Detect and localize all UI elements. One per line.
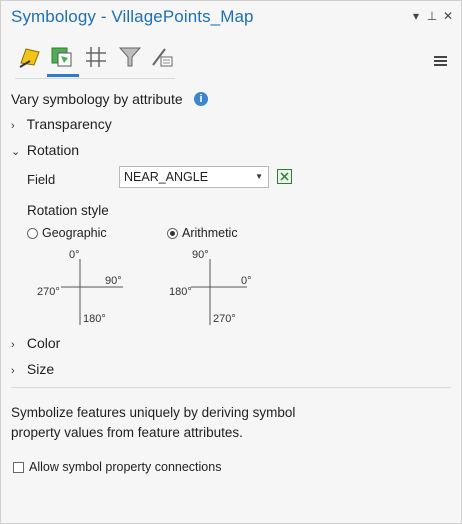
- tab-vary-symbology[interactable]: [47, 41, 79, 77]
- size-label: Size: [26, 361, 55, 377]
- rotation-label: Rotation: [26, 142, 80, 158]
- color-label: Color: [26, 335, 61, 351]
- geographic-radio-circle: [27, 228, 38, 239]
- chevron-right-icon: ›: [11, 120, 15, 132]
- expression-builder-button[interactable]: [277, 169, 292, 184]
- tab-symbol-classes-filter[interactable]: [115, 41, 145, 73]
- toolbar-divider: [15, 78, 175, 79]
- active-tab-indicator: [47, 74, 79, 77]
- chevron-right-icon: ›: [11, 365, 15, 377]
- arith-dial-right-label: 0°: [241, 275, 252, 287]
- primary-symbology-icon: [19, 48, 40, 68]
- pane-title: Symbology - VillagePoints_Map: [11, 7, 254, 26]
- info-icon[interactable]: i: [194, 92, 208, 106]
- geo-dial-bottom-label: 180°: [83, 313, 106, 325]
- symbology-pane: Symbology - VillagePoints_Map ▾ ⊥ ✕ Vary…: [0, 0, 462, 524]
- field-select-value: NEAR_ANGLE: [124, 170, 209, 184]
- symbol-layers-icon: [86, 47, 106, 67]
- geo-dial-right-label: 90°: [105, 275, 122, 287]
- chevron-right-icon: ›: [11, 339, 15, 351]
- transparency-label: Transparency: [26, 116, 112, 132]
- chevron-down-icon: ▼: [255, 172, 263, 181]
- symbol-classes-filter-icon: [118, 47, 142, 67]
- geo-dial-left-label: 270°: [37, 286, 60, 298]
- expression-icon: [280, 172, 289, 181]
- geographic-radio[interactable]: Geographic: [27, 226, 107, 240]
- tab-primary-symbology[interactable]: [15, 41, 45, 73]
- pane-options-dropdown-icon[interactable]: ▾: [409, 9, 423, 23]
- geo-dial-top-label: 0°: [69, 249, 80, 261]
- menu-icon[interactable]: [434, 56, 447, 67]
- description-text: Symbolize features uniquely by deriving …: [11, 405, 296, 440]
- color-section-header[interactable]: › Color: [11, 335, 60, 351]
- chevron-down-icon: ⌄: [11, 146, 21, 158]
- rotation-style-heading: Rotation style: [27, 203, 109, 218]
- size-section-header[interactable]: › Size: [11, 361, 54, 377]
- arith-dial-top-label: 90°: [192, 249, 209, 261]
- checkbox-box: [13, 462, 24, 473]
- section-divider: [11, 387, 451, 388]
- pane-titlebar: Symbology - VillagePoints_Map ▾ ⊥ ✕: [1, 1, 461, 35]
- vary-symbology-heading: Vary symbology by attribute: [11, 91, 183, 107]
- pin-icon[interactable]: ⊥: [425, 9, 439, 23]
- allow-connections-checkbox[interactable]: Allow symbol property connections: [13, 460, 221, 474]
- tab-advanced-symbology[interactable]: [147, 41, 177, 73]
- field-select[interactable]: NEAR_ANGLE ▼: [119, 166, 269, 188]
- field-label: Field: [27, 172, 56, 187]
- transparency-section-header[interactable]: › Transparency: [11, 116, 112, 132]
- symbology-tabs: [15, 41, 461, 79]
- arith-dial-left-label: 180°: [169, 286, 192, 298]
- allow-connections-label: Allow symbol property connections: [29, 460, 222, 474]
- arithmetic-radio[interactable]: Arithmetic: [167, 226, 238, 240]
- arithmetic-radio-label: Arithmetic: [182, 226, 238, 240]
- arithmetic-radio-circle: [167, 228, 178, 239]
- close-icon[interactable]: ✕: [441, 9, 455, 23]
- vary-symbology-icon: [51, 47, 72, 67]
- geographic-radio-label: Geographic: [42, 226, 107, 240]
- arith-dial-bottom-label: 270°: [213, 313, 236, 325]
- tab-symbol-layers[interactable]: [81, 41, 111, 73]
- rotation-section-header[interactable]: ⌄ Rotation: [11, 142, 79, 158]
- advanced-symbology-icon: [152, 48, 173, 67]
